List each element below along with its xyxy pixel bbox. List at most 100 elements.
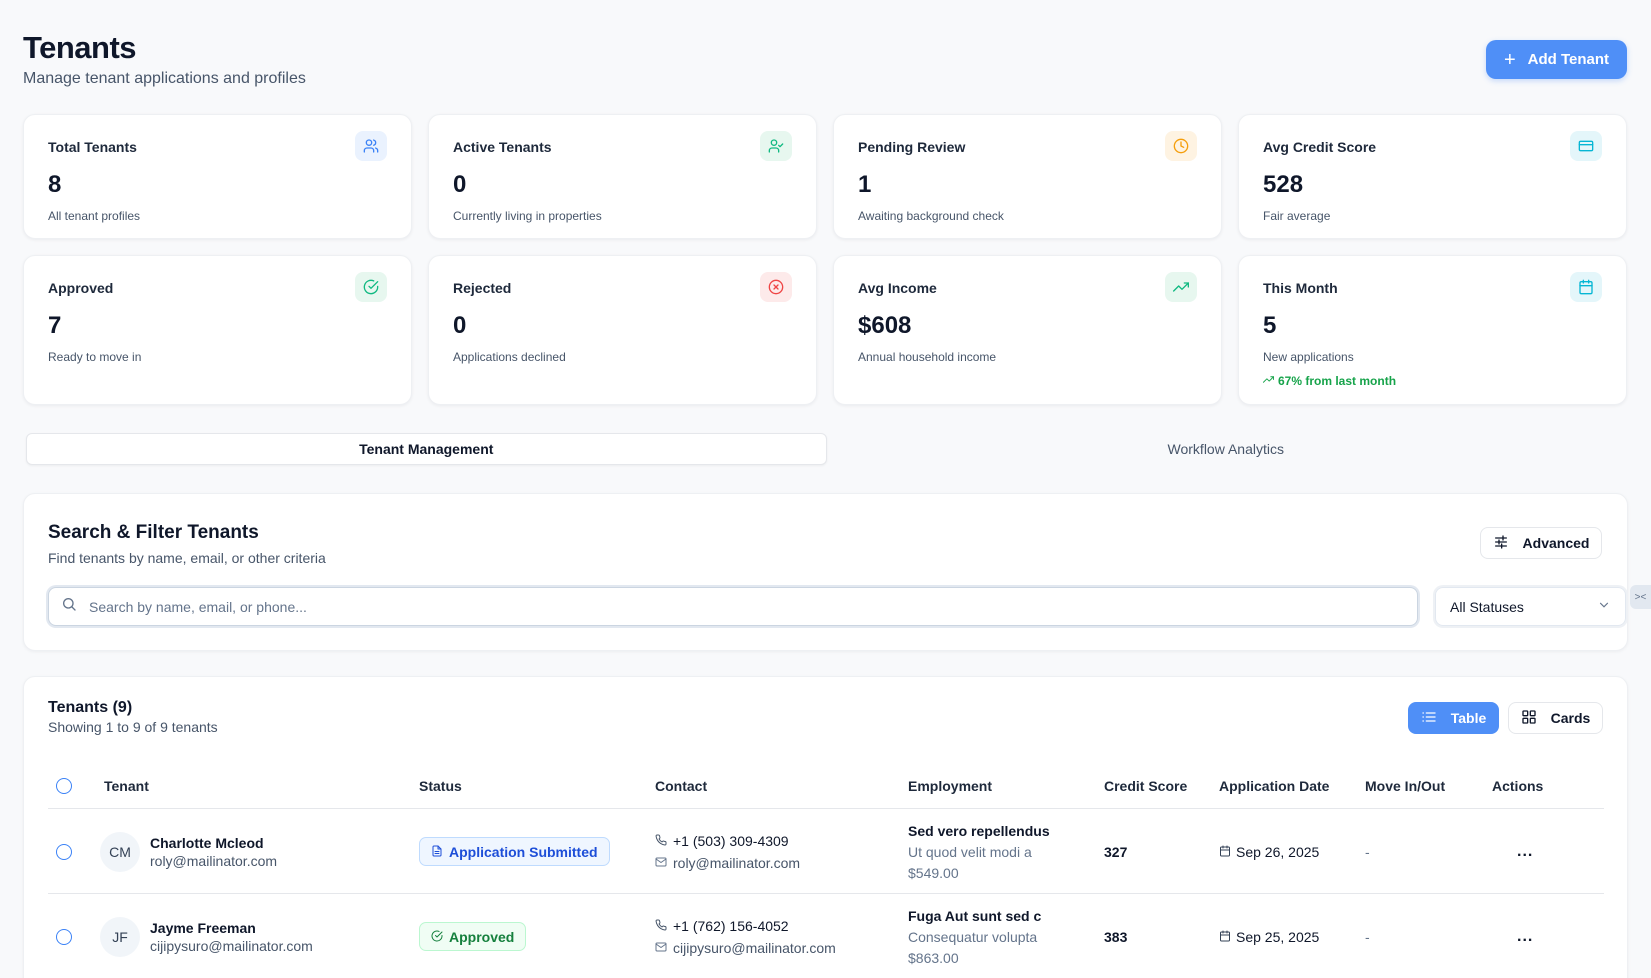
row-actions-button[interactable]: ...: [1517, 809, 1533, 894]
col-status[interactable]: Status: [419, 763, 462, 809]
calendar-icon: [1570, 272, 1602, 302]
user-check-icon: [760, 131, 792, 161]
status-badge: Application Submitted: [419, 837, 610, 866]
table-header: Tenant Status Contact Employment Credit …: [48, 763, 1604, 809]
check-circle-icon: [355, 272, 387, 302]
col-move-in-out[interactable]: Move In/Out: [1365, 763, 1445, 809]
stat-label: Avg Credit Score: [1263, 139, 1377, 155]
sliders-icon: [1493, 534, 1509, 553]
stat-description: All tenant profiles: [48, 209, 141, 223]
contact-cell: +1 (503) 309-4309 roly@mailinator.com: [655, 809, 800, 894]
advanced-filter-button[interactable]: Advanced: [1480, 527, 1602, 559]
col-application-date[interactable]: Application Date: [1219, 763, 1329, 809]
add-tenant-button[interactable]: + Add Tenant: [1486, 40, 1627, 79]
status-cell: Approved: [419, 894, 527, 978]
credit-score: 383: [1104, 928, 1128, 945]
contact-email[interactable]: roly@mailinator.com: [673, 855, 800, 871]
tenant-email: roly@mailinator.com: [150, 852, 278, 869]
stat-trend: 67% from last month: [1263, 374, 1602, 388]
stat-value: 0: [453, 171, 467, 198]
stat-card: Total Tenants 8 All tenant profiles: [23, 114, 412, 239]
status-cell: Application Submitted: [419, 809, 610, 894]
search-field[interactable]: [48, 587, 1418, 626]
view-cards-button[interactable]: Cards: [1508, 702, 1603, 734]
table-row[interactable]: CM Charlotte Mcleod roly@mailinator.com App…: [48, 809, 1604, 894]
stat-label: Total Tenants: [48, 139, 137, 155]
col-actions: Actions: [1492, 778, 1544, 794]
col-contact[interactable]: Contact: [655, 763, 707, 809]
calendar-icon: [1219, 929, 1231, 945]
stat-description: Fair average: [1263, 209, 1331, 223]
stat-card: Avg Credit Score 528 Fair average: [1238, 114, 1627, 239]
search-icon: [61, 596, 77, 617]
contact-phone[interactable]: +1 (503) 309-4309: [673, 833, 789, 849]
calendar-icon: [1219, 844, 1231, 860]
row-select-radio[interactable]: [56, 809, 72, 894]
tab-tenant-management[interactable]: Tenant Management: [26, 433, 827, 465]
status-select-value: All Statuses: [1450, 598, 1524, 615]
search-filter-card: Search & Filter Tenants Find tenants by …: [23, 493, 1628, 651]
tab-workflow-analytics[interactable]: Workflow Analytics: [827, 433, 1626, 465]
users-icon: [355, 131, 387, 161]
chevron-down-icon: [1597, 598, 1611, 615]
status-filter-select[interactable]: All Statuses: [1435, 587, 1626, 626]
tenant-cell[interactable]: JF Jayme Freeman cijipysuro@mailinator.com: [100, 894, 313, 978]
contact-email[interactable]: cijipysuro@mailinator.com: [673, 940, 836, 956]
tenant-name: Charlotte Mcleod: [150, 834, 264, 851]
select-all-radio[interactable]: [56, 763, 72, 809]
contact-phone[interactable]: +1 (762) 156-4052: [673, 918, 789, 934]
move-in-out: -: [1365, 928, 1370, 945]
col-tenant[interactable]: Tenant: [104, 763, 149, 809]
stat-trend-text: 67% from last month: [1278, 374, 1397, 388]
advanced-label: Advanced: [1522, 535, 1590, 551]
stat-value: $608: [858, 312, 912, 339]
trending-up-icon: [1165, 272, 1197, 302]
stat-value: 0: [453, 312, 467, 339]
stat-value: 1: [858, 171, 872, 198]
view-table-label: Table: [1450, 710, 1487, 726]
stat-value: 8: [48, 171, 62, 198]
employment-cell: Sed vero repellendus Ut quod velit modi a…: [908, 809, 1050, 894]
employment-income: $549.00: [908, 864, 959, 881]
row-select-radio[interactable]: [56, 894, 72, 978]
application-date: Sep 25, 2025: [1236, 928, 1320, 945]
view-table-button[interactable]: Table: [1408, 702, 1499, 734]
stat-description: Currently living in properties: [453, 209, 602, 223]
clock-icon: [1165, 131, 1197, 161]
add-tenant-label: Add Tenant: [1527, 51, 1610, 68]
employment-income: $863.00: [908, 949, 959, 966]
stat-card: Rejected 0 Applications declined: [428, 255, 817, 405]
table-row[interactable]: JF Jayme Freeman cijipysuro@mailinator.com…: [48, 894, 1604, 978]
table-subtitle: Showing 1 to 9 of 9 tenants: [48, 719, 218, 735]
mail-icon: [655, 855, 667, 871]
view-cards-label: Cards: [1550, 710, 1591, 726]
tenant-cell[interactable]: CM Charlotte Mcleod roly@mailinator.com: [100, 809, 277, 894]
employer-name: Sed vero repellendus: [908, 822, 1050, 839]
row-actions-button[interactable]: ...: [1517, 894, 1533, 978]
application-date: Sep 26, 2025: [1236, 843, 1320, 860]
col-credit-score[interactable]: Credit Score: [1104, 763, 1187, 809]
phone-icon: [655, 833, 667, 849]
stat-label: This Month: [1263, 280, 1338, 296]
contact-cell: +1 (762) 156-4052 cijipysuro@mailinator.c…: [655, 894, 836, 978]
stat-description: Applications declined: [453, 350, 566, 364]
search-input[interactable]: [89, 598, 1389, 615]
stat-description: Ready to move in: [48, 350, 142, 364]
application-date-cell: Sep 26, 2025: [1219, 809, 1319, 894]
employer-detail: Consequatur volupta: [908, 928, 1038, 945]
avatar: JF: [100, 916, 140, 957]
check-circle-icon: [431, 929, 443, 945]
move-in-out: -: [1365, 843, 1370, 860]
page-subtitle: Manage tenant applications and profiles: [23, 70, 306, 87]
status-badge: Approved: [419, 922, 527, 951]
trending-up-icon: [1263, 374, 1274, 388]
side-panel-toggle[interactable]: ><: [1630, 585, 1651, 609]
document-icon: [431, 844, 443, 860]
grid-icon: [1521, 709, 1537, 728]
stat-label: Avg Income: [858, 280, 937, 296]
col-employment[interactable]: Employment: [908, 763, 992, 809]
stat-description: Awaiting background check: [858, 209, 1004, 223]
stat-card: Approved 7 Ready to move in: [23, 255, 412, 405]
stat-value: 5: [1263, 312, 1277, 339]
list-icon: [1421, 709, 1437, 728]
